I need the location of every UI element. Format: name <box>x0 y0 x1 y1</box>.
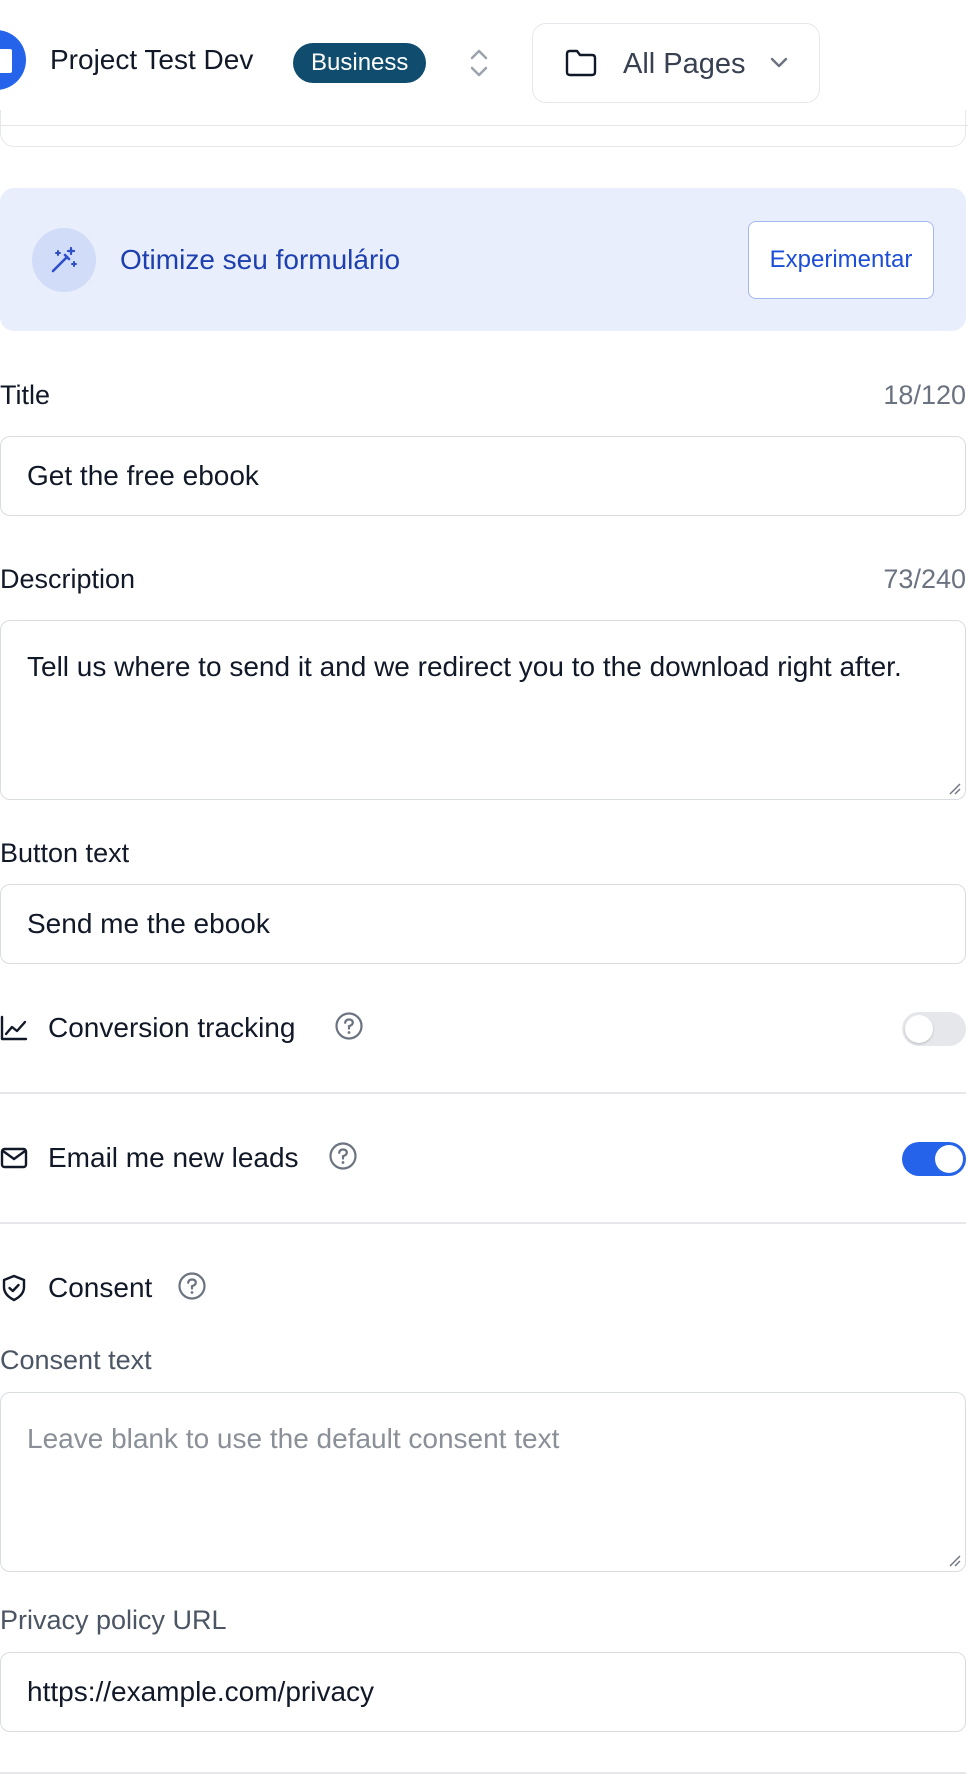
title-input[interactable]: Get the free ebook <box>0 436 966 516</box>
app-logo-icon[interactable] <box>0 30 26 90</box>
title-label: Title <box>0 380 51 410</box>
folder-icon <box>565 49 597 77</box>
consent-label: Consent <box>48 1272 153 1303</box>
try-button[interactable]: Experimentar <box>748 221 934 299</box>
email-leads-row: Email me new leads <box>0 1128 966 1188</box>
description-textarea[interactable]: Tell us where to send it and we redirect… <box>0 620 966 800</box>
optimize-promo-banner: Otimize seu formulário Experimentar <box>0 188 966 331</box>
description-value: Tell us where to send it and we redirect… <box>27 651 902 682</box>
help-icon[interactable] <box>177 1271 207 1301</box>
project-name[interactable]: Project Test Dev <box>50 44 253 76</box>
magic-wand-icon <box>32 228 96 292</box>
resize-grip-icon[interactable] <box>947 1553 961 1567</box>
divider <box>0 1092 966 1094</box>
description-counter: 73/240 <box>883 564 966 594</box>
promo-text: Otimize seu formulário <box>120 244 401 275</box>
privacy-url-label: Privacy policy URL <box>0 1605 227 1635</box>
line-chart-icon <box>0 1015 28 1041</box>
chevron-down-icon <box>770 57 788 68</box>
description-label: Description <box>0 564 136 594</box>
pages-selector-label: All Pages <box>623 48 746 80</box>
consent-header-row: Consent <box>0 1258 966 1318</box>
divider <box>0 1222 966 1224</box>
plan-badge: Business <box>293 43 427 83</box>
help-icon[interactable] <box>334 1011 364 1041</box>
chevron-up-down-icon[interactable] <box>467 46 491 80</box>
divider <box>0 1772 966 1774</box>
privacy-url-input[interactable]: https://example.com/privacy <box>0 1652 966 1732</box>
mail-icon <box>0 1147 28 1169</box>
previous-card-edge <box>0 110 966 147</box>
conversion-tracking-row: Conversion tracking <box>0 998 966 1058</box>
title-counter: 18/120 <box>883 380 966 410</box>
pages-selector[interactable]: All Pages <box>532 23 820 103</box>
consent-text-placeholder: Leave blank to use the default consent t… <box>27 1423 560 1454</box>
consent-text-label: Consent text <box>0 1345 152 1375</box>
button-text-input[interactable]: Send me the ebook <box>0 884 966 964</box>
button-text-label: Button text <box>0 838 130 868</box>
email-leads-toggle[interactable] <box>902 1142 966 1176</box>
shield-check-icon <box>2 1274 26 1302</box>
resize-grip-icon[interactable] <box>947 781 961 795</box>
help-icon[interactable] <box>328 1141 358 1171</box>
conversion-tracking-label: Conversion tracking <box>48 1012 296 1043</box>
email-leads-label: Email me new leads <box>48 1142 299 1173</box>
consent-text-textarea[interactable]: Leave blank to use the default consent t… <box>0 1392 966 1572</box>
conversion-tracking-toggle[interactable] <box>902 1012 966 1046</box>
top-header: Project Test Dev Business All Pages <box>0 0 968 126</box>
